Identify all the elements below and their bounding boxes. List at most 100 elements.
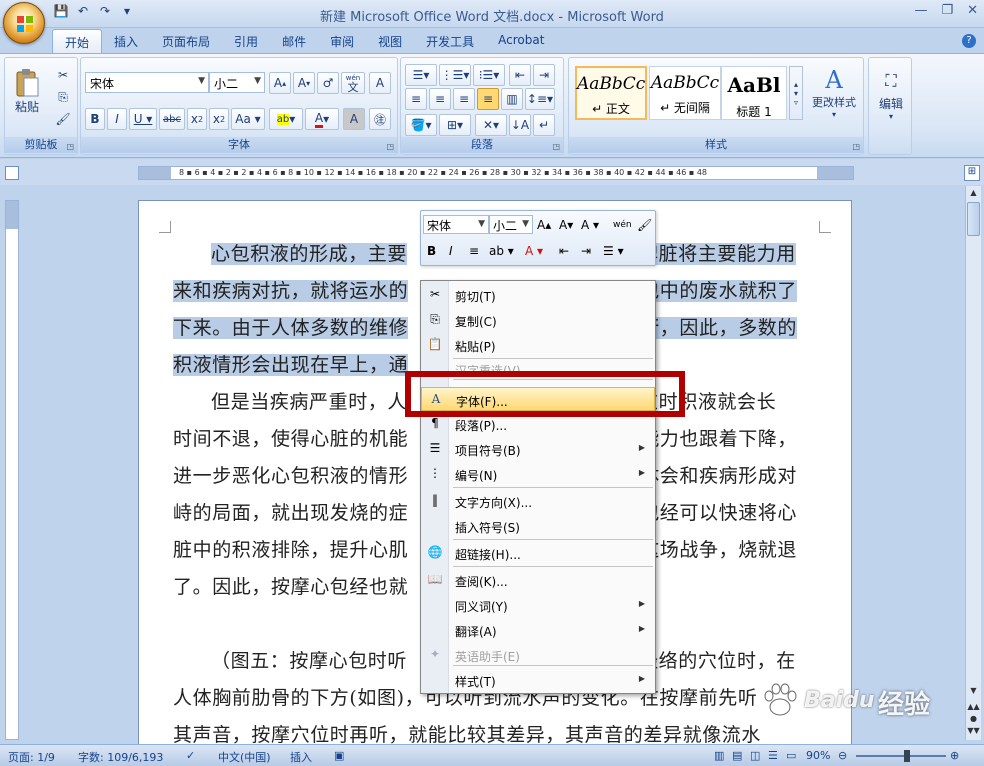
change-case-button[interactable]: Aa ▾ <box>231 108 265 130</box>
style-no-spacing[interactable]: AaBbCc ↵ 无间隔 <box>649 66 721 120</box>
style-heading-1[interactable]: AaBl 标题 1 <box>721 66 787 120</box>
mini-decrease-indent-button[interactable]: ⇤ <box>559 241 569 261</box>
tab-page-layout[interactable]: 页面布局 <box>150 29 222 53</box>
italic-button[interactable]: I <box>107 108 127 130</box>
maximize-button[interactable]: ❐ <box>941 3 953 18</box>
justify-button[interactable]: ≡ <box>477 88 499 110</box>
align-center-button[interactable]: ≡ <box>429 88 451 110</box>
close-button[interactable]: ✕ <box>967 3 978 18</box>
page-count[interactable]: 页面: 1/9 <box>8 749 55 765</box>
char-border-button[interactable]: A <box>369 72 391 94</box>
shrink-font-button[interactable]: A ▾ <box>293 72 315 94</box>
vertical-ruler[interactable] <box>5 200 19 740</box>
view-ruler-icon[interactable]: ⊞ <box>964 165 980 181</box>
mini-styles-button[interactable]: A ▾ <box>581 215 599 235</box>
scroll-down-icon[interactable]: ▼ <box>966 686 981 695</box>
grow-font-button[interactable]: A ▴ <box>269 72 291 94</box>
menu-item-insert-symbol[interactable]: 插入符号(S) <box>421 514 655 538</box>
show-marks-button[interactable]: ↵ <box>533 114 555 136</box>
tab-references[interactable]: 引用 <box>222 29 270 53</box>
menu-item-translate[interactable]: 翻译(A) ▶ <box>421 618 655 642</box>
paragraph-launcher-icon[interactable]: ◳ <box>552 142 560 151</box>
next-page-icon[interactable]: ▼▼ <box>966 726 981 735</box>
multilevel-list-button[interactable]: ⁝☰▾ <box>473 64 505 86</box>
change-styles-button[interactable]: A 更改样式 ▾ <box>807 62 861 122</box>
mini-bold-button[interactable]: B <box>427 241 436 261</box>
mini-italic-button[interactable]: I <box>449 241 453 261</box>
menu-item-paste[interactable]: 📋 粘贴(P) <box>421 333 655 357</box>
zoom-in-button[interactable]: ⊕ <box>950 749 959 762</box>
view-print-layout-icon[interactable]: ▥ <box>714 749 724 762</box>
tab-developer[interactable]: 开发工具 <box>414 29 486 53</box>
prev-page-icon[interactable]: ▲▲ <box>966 702 981 711</box>
phonetic-guide-button[interactable]: wén 文 <box>341 72 365 94</box>
clipboard-launcher-icon[interactable]: ◳ <box>66 142 74 151</box>
browse-object-icon[interactable]: ● <box>966 714 981 723</box>
menu-item-copy[interactable]: ⎘ 复制(C) <box>421 308 655 332</box>
menu-item-synonyms[interactable]: 同义词(Y) ▶ <box>421 593 655 617</box>
zoom-slider-thumb[interactable] <box>904 750 910 762</box>
tab-home[interactable]: 开始 <box>52 29 103 53</box>
menu-item-cut[interactable]: ✂ 剪切(T) <box>421 283 655 307</box>
spelling-status-icon[interactable]: ✓ <box>186 749 195 762</box>
copy-icon[interactable]: ⎘ <box>53 86 73 108</box>
superscript-button[interactable]: x2 <box>209 108 229 130</box>
view-web-layout-icon[interactable]: ◫ <box>750 749 760 762</box>
highlight-button[interactable]: ab ▾ <box>269 108 303 130</box>
insert-mode-status[interactable]: 插入 <box>290 749 312 765</box>
menu-item-lookup[interactable]: 📖 查阅(K)... <box>421 568 655 592</box>
char-shading-button[interactable]: A <box>343 108 365 130</box>
bullets-button[interactable]: ☰▾ <box>405 64 437 86</box>
menu-item-text-direction[interactable]: ‖ 文字方向(X)... <box>421 489 655 513</box>
numbering-button[interactable]: ⋮☰▾ <box>439 64 471 86</box>
menu-item-bullets[interactable]: ☰ 项目符号(B) ▶ <box>421 437 655 461</box>
view-draft-icon[interactable]: ▭ <box>786 749 796 762</box>
styles-launcher-icon[interactable]: ◳ <box>852 142 860 151</box>
tab-review[interactable]: 审阅 <box>318 29 366 53</box>
menu-item-numbering[interactable]: ⋮ 编号(N) ▶ <box>421 462 655 486</box>
line-spacing-button[interactable]: ↕≡▾ <box>525 88 555 110</box>
align-right-button[interactable]: ≡ <box>453 88 475 110</box>
scroll-thumb[interactable] <box>967 202 980 236</box>
styles-scroll[interactable]: ▴ ▾ ▿ <box>789 66 803 120</box>
tab-view[interactable]: 视图 <box>366 29 414 53</box>
vertical-scrollbar[interactable]: ▲ ▼ ▲▲ ● ▼▼ <box>965 186 981 740</box>
menu-item-hyperlink[interactable]: 🌐 超链接(H)... <box>421 541 655 565</box>
mini-grow-font-button[interactable]: A▴ <box>537 215 551 235</box>
language-status[interactable]: 中文(中国) <box>218 749 271 765</box>
mini-shrink-font-button[interactable]: A▾ <box>559 215 573 235</box>
mini-phonetic-button[interactable]: wén <box>613 215 632 235</box>
tab-selector[interactable] <box>5 166 19 180</box>
increase-indent-button[interactable]: ⇥ <box>533 64 555 86</box>
view-full-screen-icon[interactable]: ▤ <box>732 749 742 762</box>
chinese-layout-button[interactable]: ✕▾ <box>475 114 507 136</box>
cut-icon[interactable]: ✂ <box>53 64 73 86</box>
paste-button[interactable]: 粘贴 <box>9 62 45 120</box>
mini-highlight-button[interactable]: ab ▾ <box>489 241 514 261</box>
word-count[interactable]: 字数: 109/6,193 <box>78 749 163 765</box>
bold-button[interactable]: B <box>85 108 105 130</box>
borders-button[interactable]: ⊞▾ <box>439 114 471 136</box>
horizontal-ruler[interactable]: 8 ▪ 6 ▪ 4 ▪ 2 ▪ 2 ▪ 4 ▪ 6 ▪ 8 ▪ 10 ▪ 12 … <box>138 166 854 180</box>
tab-acrobat[interactable]: Acrobat <box>486 29 556 53</box>
tab-mailings[interactable]: 邮件 <box>270 29 318 53</box>
zoom-level[interactable]: 90% <box>806 749 830 762</box>
decrease-indent-button[interactable]: ⇤ <box>509 64 531 86</box>
format-painter-icon[interactable]: 🖌 <box>53 108 73 130</box>
editing-button[interactable]: ⛶ 编辑 ▾ <box>873 64 909 128</box>
clear-format-icon[interactable]: ♂ <box>317 72 339 94</box>
font-size-combo[interactable]: 小二 ▼ <box>209 72 265 93</box>
align-left-button[interactable]: ≡ <box>405 88 427 110</box>
zoom-slider[interactable] <box>856 755 946 757</box>
sort-button[interactable]: ↓A <box>509 114 531 136</box>
font-launcher-icon[interactable]: ◳ <box>386 142 394 151</box>
font-color-button[interactable]: A ▾ <box>305 108 339 130</box>
mini-format-painter-icon[interactable]: 🖌 <box>637 215 652 235</box>
strikethrough-button[interactable]: abc <box>159 108 185 130</box>
mini-font-size-combo[interactable]: 小二 ▼ <box>489 215 533 234</box>
mini-center-button[interactable]: ≡ <box>469 241 479 261</box>
mini-bullets-button[interactable]: ☰ ▾ <box>603 241 624 261</box>
office-button[interactable] <box>3 2 45 44</box>
view-outline-icon[interactable]: ☰ <box>768 749 778 762</box>
tab-insert[interactable]: 插入 <box>102 29 150 53</box>
